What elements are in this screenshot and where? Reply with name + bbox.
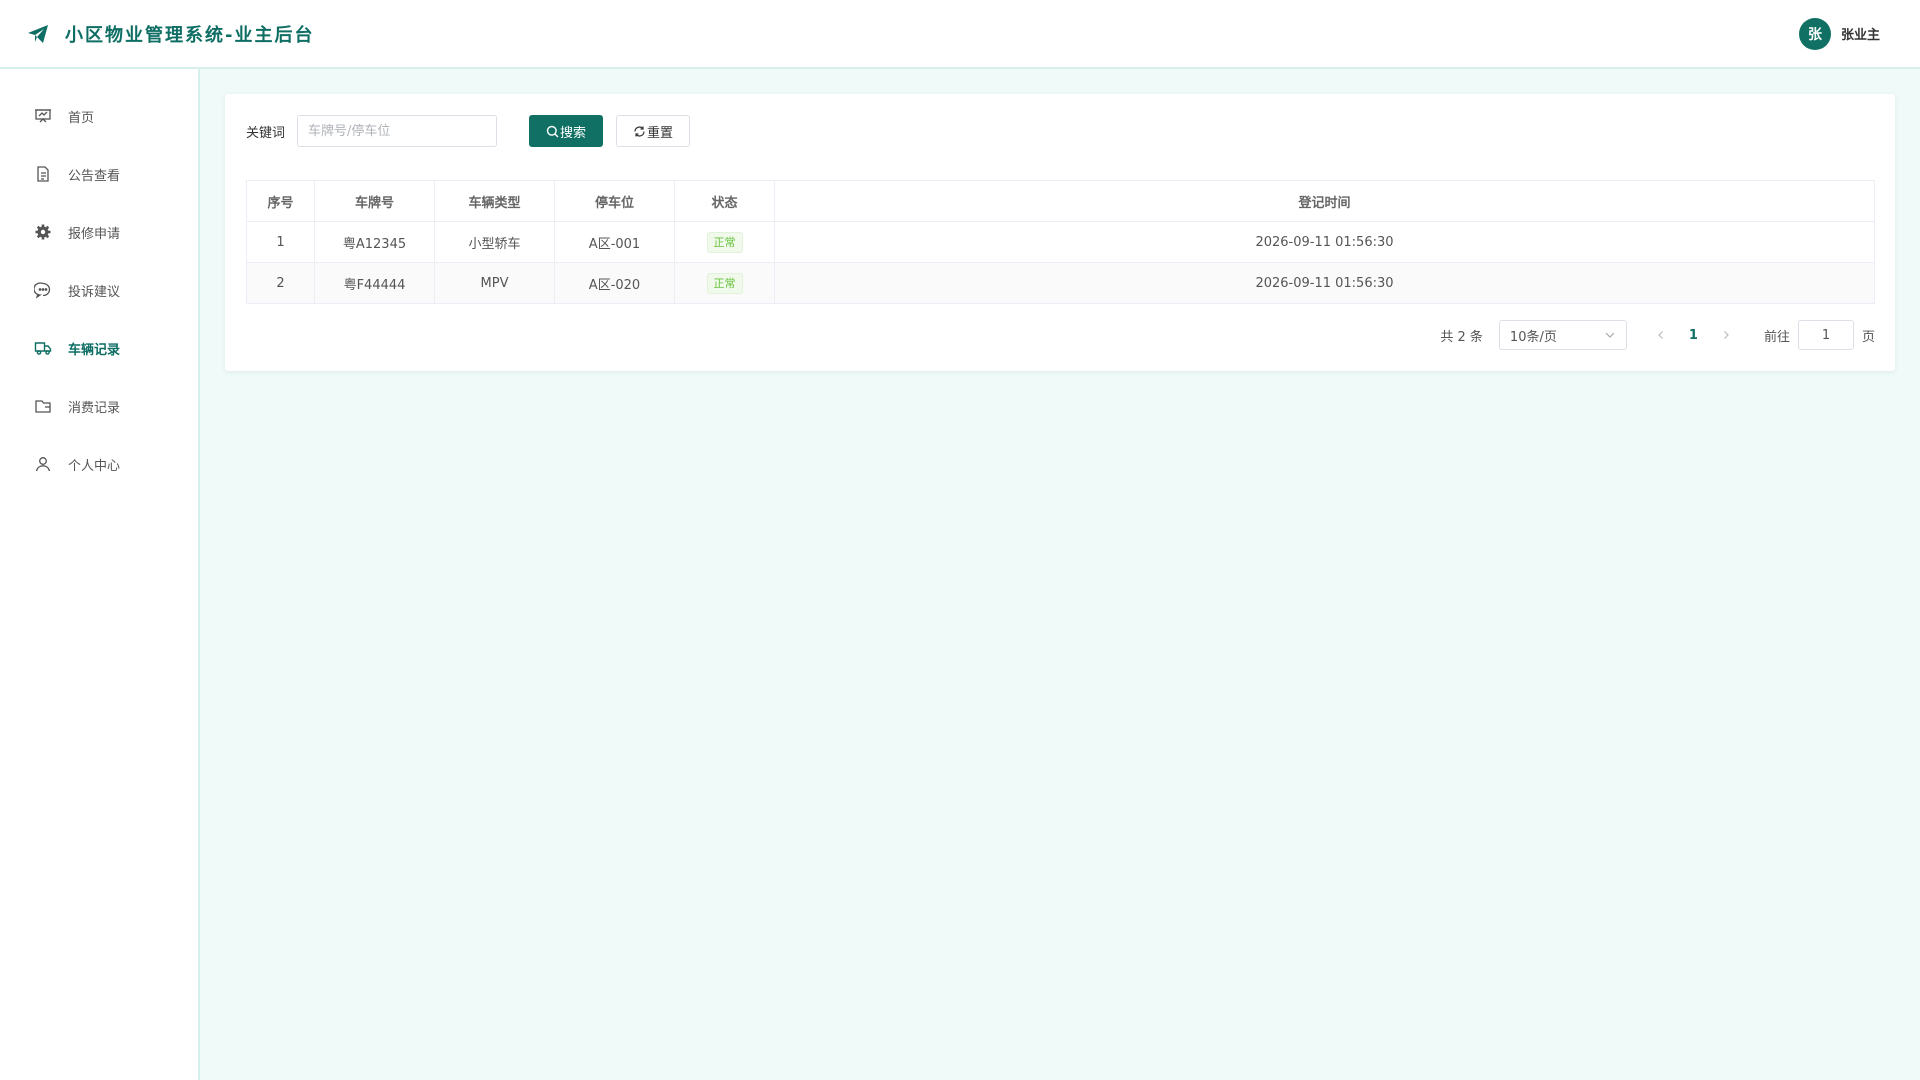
cell-status: 正常 xyxy=(674,221,775,263)
column-header: 序号 xyxy=(246,180,315,222)
sidebar-item-label: 首页 xyxy=(68,110,95,126)
cell-time: 2026-09-11 01:56:30 xyxy=(774,221,1875,263)
chat-bubble-icon xyxy=(34,281,52,299)
truck-icon xyxy=(34,339,52,357)
sidebar-item-repair[interactable]: 报修申请 xyxy=(0,203,198,261)
reset-button[interactable]: 重置 xyxy=(616,115,691,147)
sidebar-item-complaints[interactable]: 投诉建议 xyxy=(0,261,198,319)
status-badge: 正常 xyxy=(706,231,743,253)
cell-type: MPV xyxy=(434,262,555,304)
sidebar-item-vehicles[interactable]: 车辆记录 xyxy=(0,319,198,377)
table-row: 1 粤A12345 小型轿车 A区-001 正常 2026-09-11 01:5… xyxy=(246,221,1875,263)
keyword-input[interactable] xyxy=(297,115,498,147)
cell-spot: A区-020 xyxy=(554,262,675,304)
search-button[interactable]: 搜索 xyxy=(529,115,604,147)
pagination: 共 2 条 10条/页 1 前往 页 xyxy=(1440,320,1875,350)
presentation-icon xyxy=(34,107,52,125)
column-header: 车辆类型 xyxy=(434,180,555,222)
sidebar-item-consumption[interactable]: 消费记录 xyxy=(0,377,198,435)
table-header-row: 序号 车牌号 车辆类型 停车位 状态 登记时间 xyxy=(246,180,1875,222)
column-header: 停车位 xyxy=(554,180,675,222)
main-content: 关键词 搜索 重置 序号 车牌号 xyxy=(200,69,1920,1080)
user-menu[interactable]: 张 张业主 xyxy=(1798,17,1880,50)
sidebar-item-label: 投诉建议 xyxy=(68,284,121,300)
avatar[interactable]: 张 xyxy=(1798,17,1831,50)
cell-spot: A区-001 xyxy=(554,221,675,263)
sidebar-item-label: 个人中心 xyxy=(68,458,121,474)
search-icon xyxy=(546,125,559,138)
sidebar-item-label: 报修申请 xyxy=(68,226,121,242)
page-suffix-label: 页 xyxy=(1861,329,1875,345)
cell-index: 2 xyxy=(246,262,315,304)
sidebar-item-profile[interactable]: 个人中心 xyxy=(0,435,198,493)
column-header: 状态 xyxy=(674,180,775,222)
chevron-left-icon xyxy=(1658,331,1663,339)
total-count: 共 2 条 xyxy=(1440,329,1483,345)
chevron-right-icon xyxy=(1724,331,1729,339)
page-size-value: 10条/页 xyxy=(1509,329,1557,345)
document-icon xyxy=(34,165,52,183)
search-button-label: 搜索 xyxy=(560,125,587,141)
sidebar-item-label: 车辆记录 xyxy=(68,342,121,358)
sidebar-item-label: 公告查看 xyxy=(68,168,121,184)
page-number-current[interactable]: 1 xyxy=(1689,328,1698,343)
cell-time: 2026-09-11 01:56:30 xyxy=(774,262,1875,304)
vehicle-table: 序号 车牌号 车辆类型 停车位 状态 登记时间 1 粤A12345 小型轿车 A… xyxy=(246,180,1875,304)
cell-plate: 粤A12345 xyxy=(314,221,435,263)
column-header: 登记时间 xyxy=(774,180,1875,222)
cell-status: 正常 xyxy=(674,262,775,304)
sidebar: 首页 公告查看 报修申请 投诉建议 车辆记录 消费记录 个人中心 xyxy=(0,69,200,1080)
keyword-label: 关键词 xyxy=(246,125,286,141)
reset-button-label: 重置 xyxy=(647,125,674,141)
page-size-select[interactable]: 10条/页 xyxy=(1498,320,1627,350)
paper-plane-icon xyxy=(26,22,50,46)
refresh-icon xyxy=(633,125,646,138)
sidebar-item-label: 消费记录 xyxy=(68,400,121,416)
goto-label: 前往 xyxy=(1763,329,1790,345)
column-header: 车牌号 xyxy=(314,180,435,222)
prev-page-button[interactable] xyxy=(1651,325,1671,345)
gear-icon xyxy=(34,223,52,241)
vehicle-records-card: 关键词 搜索 重置 序号 车牌号 xyxy=(225,94,1895,371)
cell-plate: 粤F44444 xyxy=(314,262,435,304)
cell-type: 小型轿车 xyxy=(434,221,555,263)
cell-index: 1 xyxy=(246,221,315,263)
username[interactable]: 张业主 xyxy=(1841,24,1880,43)
table-row: 2 粤F44444 MPV A区-020 正常 2026-09-11 01:56… xyxy=(246,262,1875,304)
brand: 小区物业管理系统-业主后台 xyxy=(26,21,314,47)
next-page-button[interactable] xyxy=(1716,325,1736,345)
app-title: 小区物业管理系统-业主后台 xyxy=(65,24,315,46)
wallet-icon xyxy=(34,397,52,415)
user-icon xyxy=(34,455,52,473)
top-header: 小区物业管理系统-业主后台 张 张业主 xyxy=(0,0,1920,69)
search-bar: 关键词 搜索 重置 xyxy=(246,115,691,147)
chevron-down-icon xyxy=(1604,329,1616,341)
sidebar-item-notices[interactable]: 公告查看 xyxy=(0,145,198,203)
goto-page-input[interactable] xyxy=(1797,320,1854,350)
status-badge: 正常 xyxy=(706,272,743,294)
sidebar-item-home[interactable]: 首页 xyxy=(0,87,198,145)
